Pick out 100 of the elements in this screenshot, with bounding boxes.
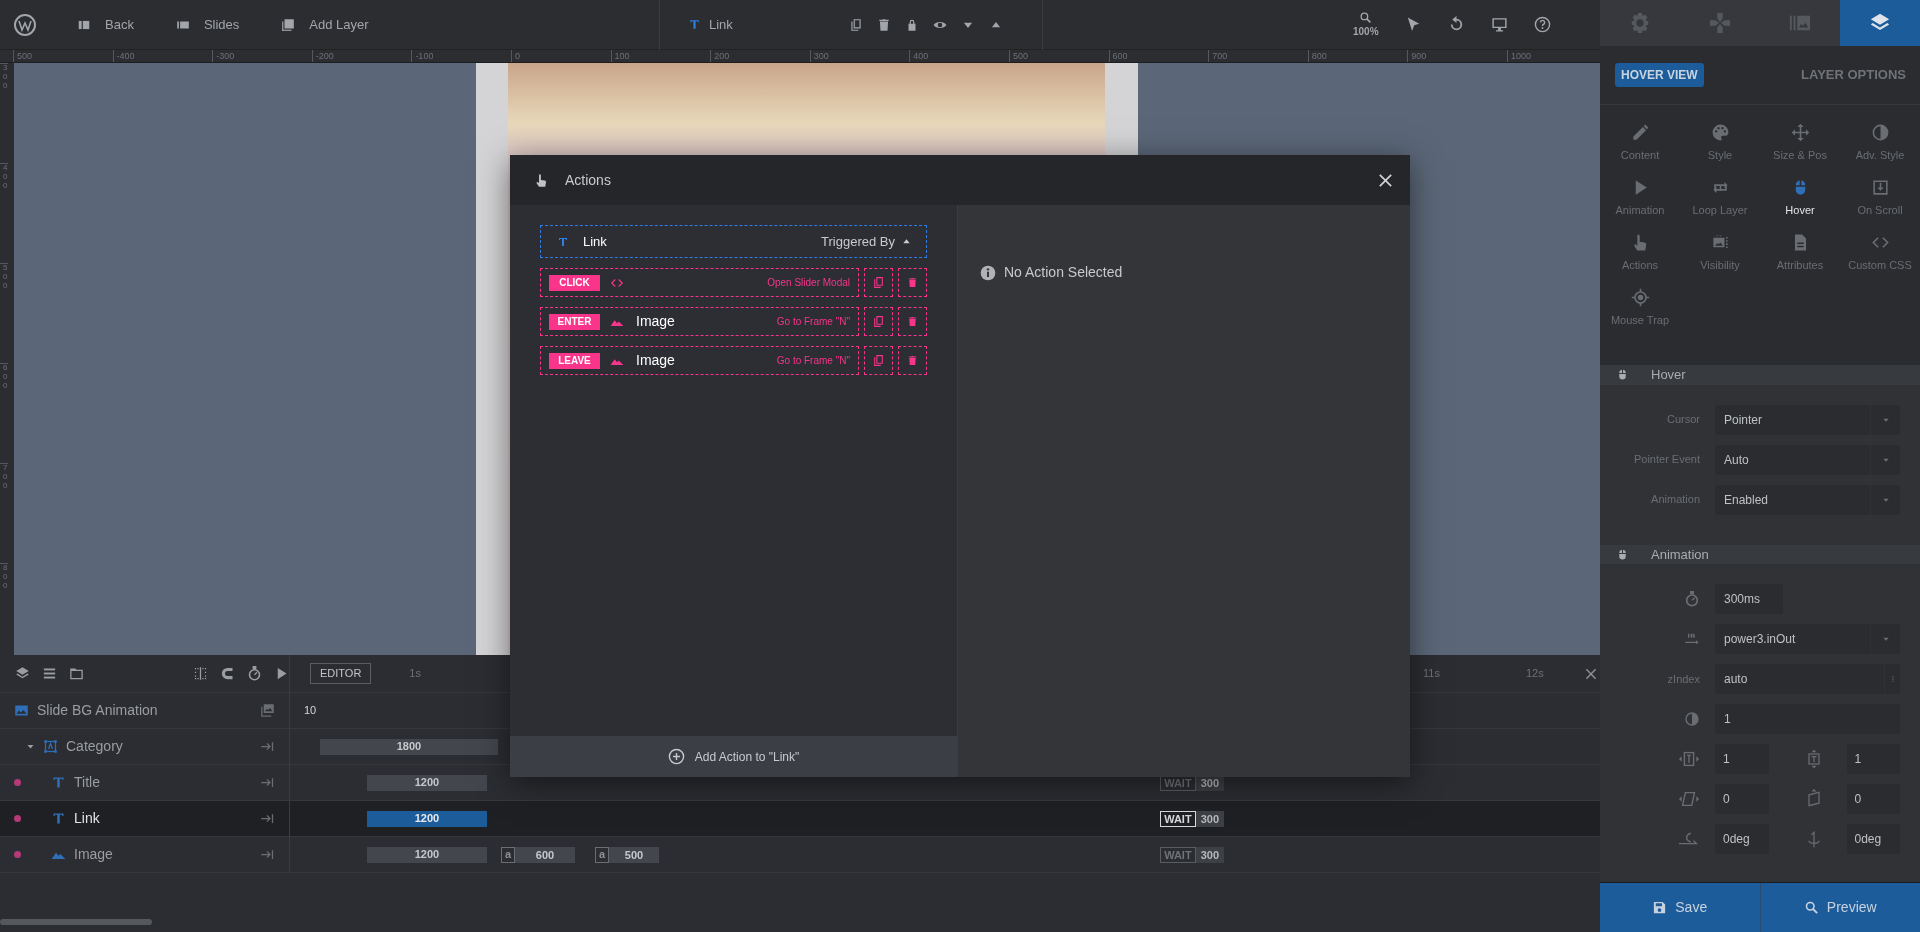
timeline-bar[interactable]: 1800: [320, 738, 498, 755]
input-field[interactable]: 1: [1715, 744, 1769, 775]
input-field[interactable]: 300ms: [1715, 584, 1783, 615]
delete-button[interactable]: [898, 307, 927, 336]
timer-icon[interactable]: [247, 666, 262, 681]
editor-button[interactable]: EDITOR: [310, 663, 372, 684]
input-field[interactable]: 1: [1715, 704, 1900, 735]
trigger-header[interactable]: Link Triggered By: [540, 225, 927, 258]
copy-button[interactable]: [864, 307, 893, 336]
option-tab[interactable]: Hover: [1760, 178, 1840, 234]
text-icon: [688, 18, 701, 31]
slides-button[interactable]: Slides: [175, 14, 240, 35]
info-icon: [980, 264, 996, 281]
action-row[interactable]: CLICK Open Slider Modal: [540, 268, 859, 297]
text-icon: [51, 811, 66, 826]
field-label: zIndex: [1667, 671, 1700, 687]
ruler-label: 500: [13, 50, 113, 62]
layer-row[interactable]: Title: [14, 765, 260, 800]
palette-icon: [1710, 123, 1730, 143]
input-field[interactable]: 0: [1715, 784, 1769, 815]
timer-icon: [1684, 591, 1700, 608]
ruler-label: 400: [909, 50, 1009, 62]
text-icon: [557, 235, 569, 248]
layers-icon[interactable]: [15, 666, 30, 681]
zoom-button[interactable]: 100%: [1353, 10, 1379, 39]
preview-button[interactable]: Preview: [1759, 883, 1920, 932]
panel-heading: LAYER OPTIONS: [1801, 66, 1906, 85]
group-icon: [43, 739, 58, 754]
input-field[interactable]: 0deg: [1715, 824, 1769, 855]
ruler-label: -100: [411, 50, 511, 62]
layer-row[interactable]: Slide BG Animation: [14, 693, 260, 728]
add-layer-button[interactable]: Add Layer: [281, 14, 369, 35]
grid-lines-icon[interactable]: [193, 666, 208, 681]
save-icon: [1652, 900, 1668, 915]
align-end-icon[interactable]: [260, 739, 275, 754]
opacity-icon: [1684, 711, 1700, 728]
ruler-label: 200: [710, 50, 810, 62]
status-dot: [14, 779, 21, 786]
add-circle-icon: [667, 748, 685, 765]
align-end-icon[interactable]: [260, 811, 275, 826]
copy-icon: [872, 354, 885, 367]
caret-down-icon[interactable]: [26, 742, 35, 751]
layer-name: Link: [709, 15, 734, 34]
input-field[interactable]: 1: [1846, 744, 1900, 775]
add-action-button[interactable]: Add Action to "Link": [510, 736, 957, 777]
copy-button[interactable]: [864, 346, 893, 375]
layer-row[interactable]: Image: [14, 837, 260, 872]
action-row[interactable]: ENTER Image Go to Frame "N": [540, 307, 859, 336]
monitor-icon[interactable]: [1490, 16, 1508, 33]
field-label: Pointer Event: [1633, 452, 1700, 468]
loop-bar[interactable]: a 600: [501, 846, 575, 863]
input-field[interactable]: power3.inOut: [1715, 624, 1900, 655]
loop-bar[interactable]: a 500: [595, 846, 659, 863]
help-icon[interactable]: [1533, 16, 1551, 33]
trash-icon[interactable]: [877, 17, 891, 32]
input-field[interactable]: Enabled: [1715, 484, 1900, 515]
ruler-label: -300: [212, 50, 312, 62]
layer-name: Title: [74, 773, 101, 792]
align-end-icon[interactable]: [260, 775, 275, 790]
event-badge: CLICK: [549, 274, 600, 291]
list-icon[interactable]: [42, 666, 57, 681]
timeline-bar[interactable]: 1200: [367, 774, 487, 791]
contrast-icon: [1870, 123, 1890, 143]
save-button[interactable]: Save: [1600, 883, 1760, 932]
folder-icon[interactable]: [69, 666, 84, 681]
input-field[interactable]: Auto: [1715, 444, 1900, 475]
gallery-icon[interactable]: [260, 703, 275, 718]
close-icon: [1377, 172, 1394, 190]
delete-button[interactable]: [898, 268, 927, 297]
back-button[interactable]: Back: [77, 14, 134, 35]
trash-icon: [907, 354, 918, 367]
event-badge: ENTER: [549, 313, 600, 330]
timeline-bar[interactable]: 1200: [367, 810, 487, 827]
ruler-label: 600: [1108, 50, 1209, 62]
layer-row[interactable]: Category: [14, 729, 260, 764]
trash-icon: [907, 315, 918, 328]
ruler-label: 500: [1008, 50, 1109, 62]
action-row[interactable]: LEAVE Image Go to Frame "N": [540, 346, 859, 375]
add-layer-icon: [281, 17, 296, 32]
input-field[interactable]: auto: [1715, 664, 1900, 695]
hand-icon: [534, 171, 549, 189]
input-field[interactable]: 0: [1846, 784, 1900, 815]
panel-tab[interactable]: [1840, 0, 1920, 47]
event-badge: LEAVE: [549, 352, 600, 369]
input-field[interactable]: 0deg: [1846, 824, 1900, 855]
magnet-icon[interactable]: [220, 666, 235, 681]
section-title: Hover: [1651, 366, 1686, 385]
scrollbar[interactable]: [0, 919, 152, 925]
action-target: Image: [636, 312, 676, 331]
copy-icon[interactable]: [849, 17, 863, 32]
copy-button[interactable]: [864, 268, 893, 297]
logo-icon[interactable]: [13, 12, 37, 37]
time-label: 12s: [1525, 666, 1544, 682]
input-field[interactable]: Pointer: [1715, 404, 1900, 435]
align-end-icon[interactable]: [260, 847, 275, 862]
timeline-bar[interactable]: 1200: [367, 846, 487, 863]
action-label: Go to Frame "N": [776, 354, 850, 368]
close-icon[interactable]: [1583, 666, 1598, 681]
layer-row[interactable]: Link: [14, 801, 260, 836]
delete-button[interactable]: [898, 346, 927, 375]
